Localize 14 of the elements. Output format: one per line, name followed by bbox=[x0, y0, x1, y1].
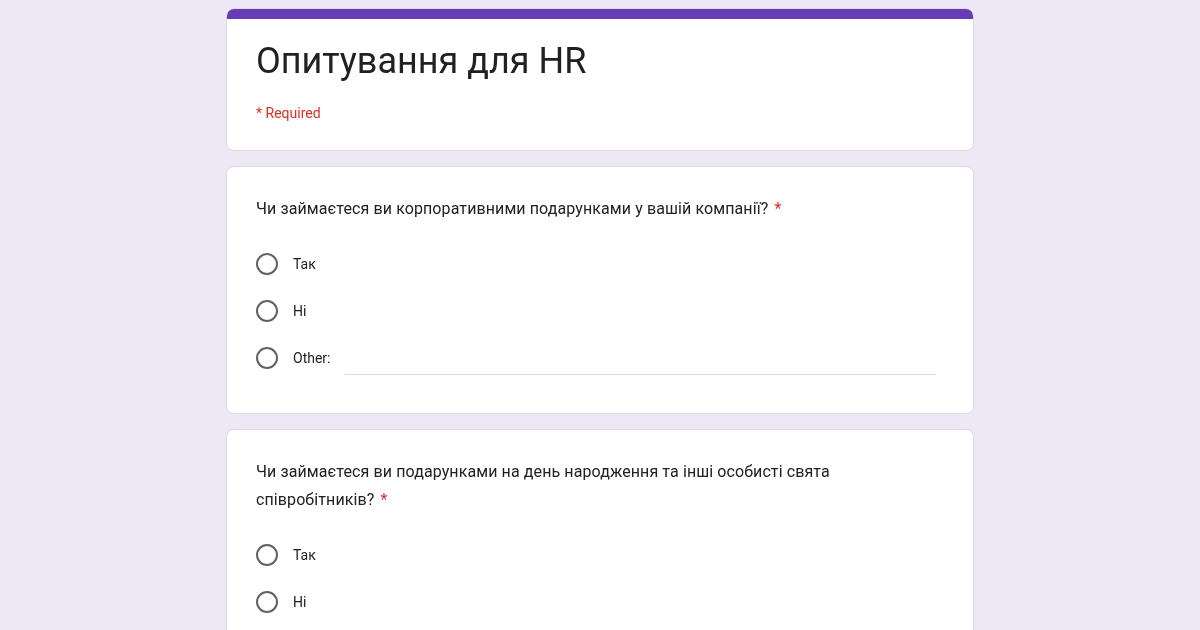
radio-button[interactable] bbox=[256, 591, 278, 613]
radio-button[interactable] bbox=[256, 300, 278, 322]
form-title: Опитування для HR bbox=[256, 39, 588, 83]
option-label: Other: bbox=[293, 348, 331, 368]
radio-button[interactable] bbox=[256, 544, 278, 566]
option-label: Так bbox=[293, 545, 316, 565]
question-text: Чи займаєтеся ви подарунками на день народження та інші особисті свята співробітників? * bbox=[256, 461, 831, 511]
radio-button[interactable] bbox=[256, 253, 278, 275]
option-label: Ні bbox=[293, 592, 307, 612]
radio-button[interactable] bbox=[256, 347, 278, 369]
required-note: * Required bbox=[256, 104, 322, 123]
option-label: Ні bbox=[293, 301, 307, 321]
question-text: Чи займаєтеся ви корпоративними подарунками у вашій компанії? * bbox=[256, 198, 783, 220]
option-label: Так bbox=[293, 254, 316, 274]
